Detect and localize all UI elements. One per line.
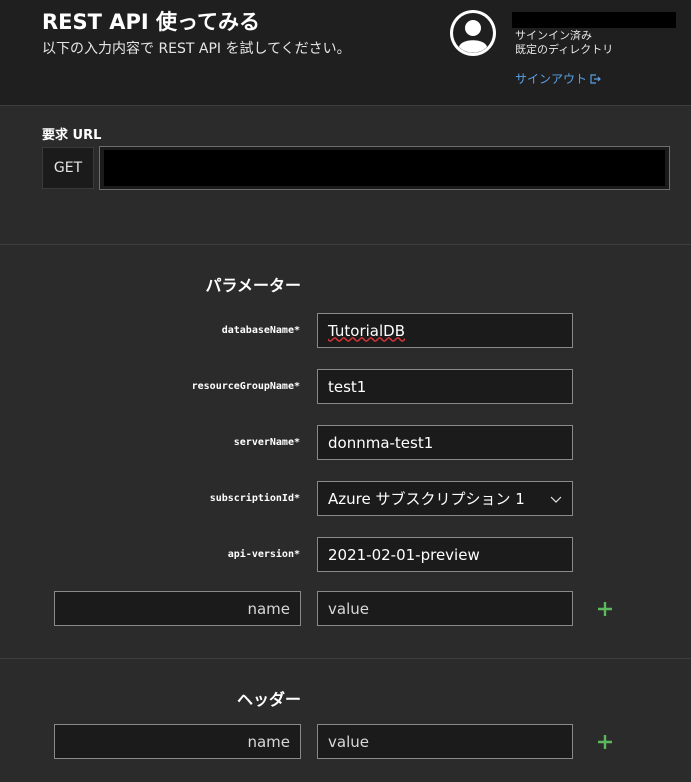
- new-param-name-placeholder: name: [247, 599, 290, 618]
- section-divider: [0, 244, 691, 245]
- param-label-databaseName: databaseName*: [221, 325, 300, 336]
- param-value-resourceGroupName: test1: [328, 377, 367, 396]
- section-divider: [0, 658, 691, 659]
- param-input-databaseName[interactable]: TutorialDB: [317, 313, 573, 348]
- user-avatar-icon[interactable]: [449, 9, 497, 57]
- add-parameter-plus-icon[interactable]: [596, 600, 614, 618]
- add-header-plus-icon[interactable]: [596, 733, 614, 751]
- request-url-label: 要求 URL: [42, 128, 102, 143]
- sign-out-icon: [590, 73, 601, 84]
- chevron-down-icon: [550, 496, 562, 503]
- signout-label: サインアウト: [515, 72, 588, 86]
- param-value-api-version: 2021-02-01-preview: [328, 545, 480, 564]
- new-header-value-input[interactable]: value: [317, 724, 573, 759]
- param-label-serverName: serverName*: [233, 437, 300, 448]
- subscription-select[interactable]: Azure サブスクリプション 1: [317, 481, 573, 516]
- new-header-value-placeholder: value: [328, 732, 369, 751]
- request-url-redacted: [104, 150, 665, 186]
- page-subtitle: 以下の入力内容で REST API を試してください。: [42, 41, 351, 57]
- new-param-value-input[interactable]: value: [317, 591, 573, 626]
- param-input-serverName[interactable]: donnma-test1: [317, 425, 573, 460]
- param-input-api-version[interactable]: 2021-02-01-preview: [317, 537, 573, 572]
- account-name-redacted: [512, 12, 676, 28]
- header: REST API 使ってみる 以下の入力内容で REST API を試してくださ…: [0, 0, 691, 106]
- signout-link[interactable]: サインアウト: [515, 70, 601, 87]
- headers-title: ヘッダー: [236, 690, 301, 709]
- request-url-input[interactable]: [99, 146, 670, 190]
- param-label-subscriptionId: subscriptionId*: [209, 493, 300, 504]
- http-method: GET: [42, 147, 94, 189]
- param-label-resourceGroupName: resourceGroupName*: [191, 381, 300, 392]
- param-value-databaseName: TutorialDB: [328, 321, 405, 340]
- subscription-selected-value: Azure サブスクリプション 1: [328, 490, 525, 508]
- param-input-resourceGroupName[interactable]: test1: [317, 369, 573, 404]
- directory-name: 既定のディレクトリ: [515, 43, 614, 56]
- param-value-serverName: donnma-test1: [328, 433, 434, 452]
- page-title: REST API 使ってみる: [42, 10, 260, 34]
- new-param-name-input[interactable]: name: [54, 591, 301, 626]
- new-header-name-placeholder: name: [247, 732, 290, 751]
- new-header-name-input[interactable]: name: [54, 724, 301, 759]
- param-label-api-version: api-version*: [227, 549, 300, 560]
- parameters-title: パラメーター: [205, 276, 301, 295]
- new-param-value-placeholder: value: [328, 599, 369, 618]
